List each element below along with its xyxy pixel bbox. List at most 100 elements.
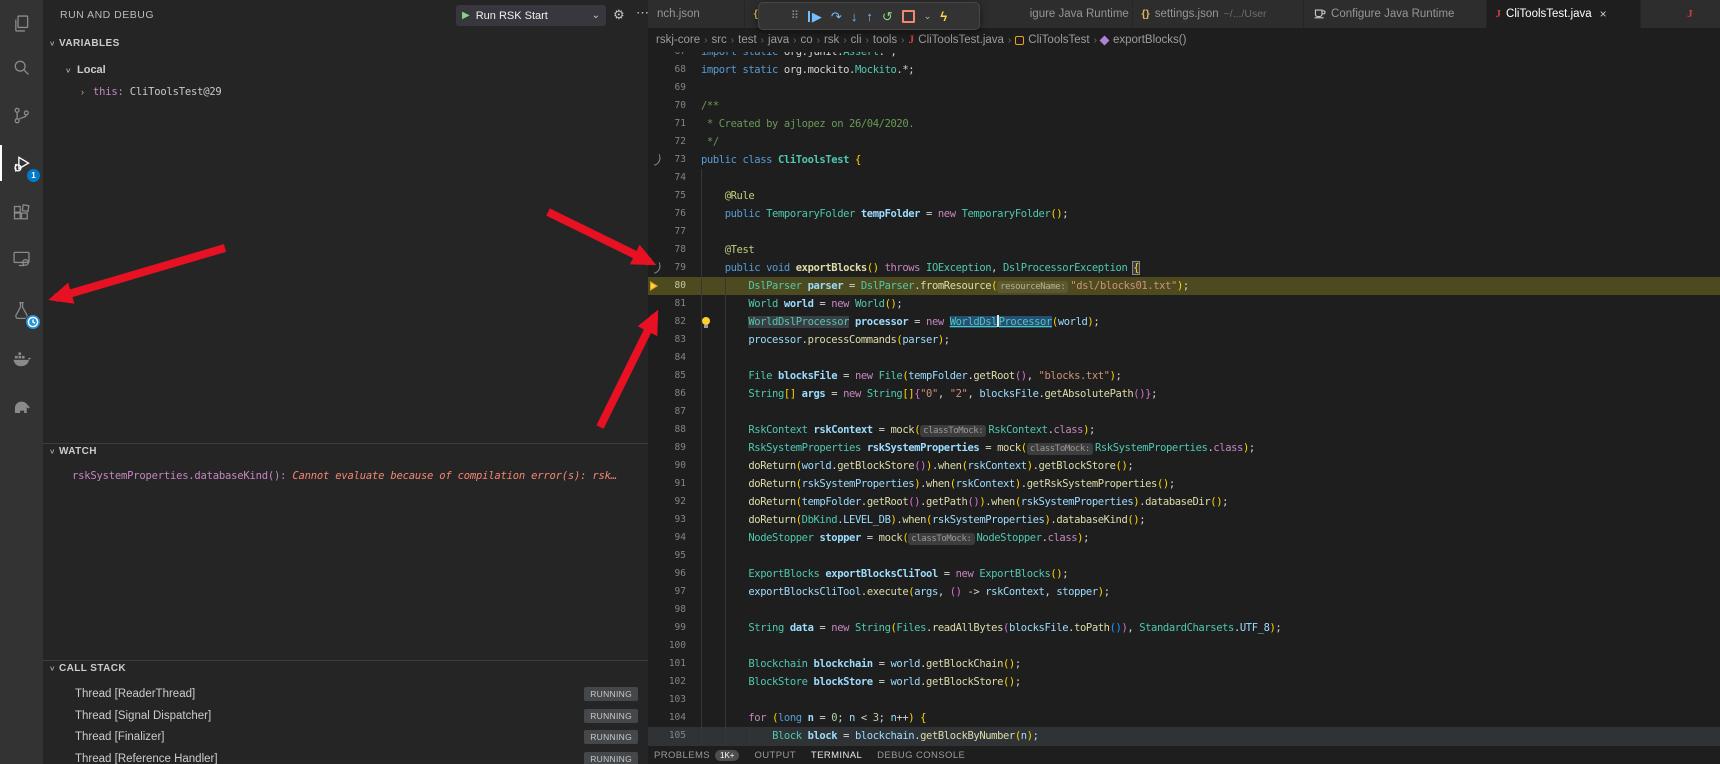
line-number[interactable]: 97 (648, 583, 686, 601)
panel-tab-terminal[interactable]: TERMINAL (811, 750, 862, 761)
activity-bar-item-search[interactable] (0, 49, 43, 85)
code-line-78[interactable]: 78 @Test (648, 241, 1720, 259)
code-line-83[interactable]: 83 processor.processCommands(parser); (648, 331, 1720, 349)
breadcrumb-item[interactable]: test (738, 34, 757, 46)
activity-bar-item-docker[interactable] (0, 340, 43, 376)
code-line-70[interactable]: 70/** (648, 97, 1720, 115)
code-line-75[interactable]: 75 @Rule (648, 187, 1720, 205)
watch-section-header[interactable]: ∨ WATCH (43, 446, 648, 464)
breadcrumb-item[interactable]: JCliToolsTest.java (909, 34, 1004, 46)
editor-tab-nch.json[interactable]: nch.json (648, 0, 744, 28)
code-line-104[interactable]: 104 for (long n = 0; n < 3; n++) { (648, 709, 1720, 727)
code-line-85[interactable]: 85 File blocksFile = new File(tempFolder… (648, 367, 1720, 385)
code-line-91[interactable]: 91 doReturn(rskSystemProperties).when(rs… (648, 475, 1720, 493)
code-line-72[interactable]: 72 */ (648, 133, 1720, 151)
stop-icon[interactable] (902, 10, 915, 23)
code-line-82[interactable]: 82 WorldDslProcessor processor = new Wor… (648, 313, 1720, 331)
line-number[interactable]: 70 (648, 97, 686, 115)
breadcrumb-item[interactable]: src (711, 34, 726, 46)
line-number[interactable]: 96 (648, 565, 686, 583)
activity-bar-item-remote-explorer[interactable] (0, 240, 43, 276)
continue-icon[interactable]: ▶ (808, 10, 822, 23)
line-number[interactable]: 72 (648, 133, 686, 151)
code-line-97[interactable]: 97 exportBlocksCliTool.execute(args, () … (648, 583, 1720, 601)
run-configuration-dropdown[interactable]: ▶ Run RSK Start ⌄ (456, 5, 606, 26)
code-line-100[interactable]: 100 (648, 637, 1720, 655)
code-line-81[interactable]: 81 World world = new World(); (648, 295, 1720, 313)
code-line-68[interactable]: 68import static org.mockito.Mockito.*; (648, 61, 1720, 79)
line-number[interactable]: 95 (648, 547, 686, 565)
panel-tab-output[interactable]: OUTPUT (754, 750, 795, 761)
breadcrumb-item[interactable]: java (768, 34, 789, 46)
line-number[interactable]: 90 (648, 457, 686, 475)
code-line-73[interactable]: 73public class CliToolsTest { (648, 151, 1720, 169)
breadcrumb-item[interactable]: rsk (824, 34, 839, 46)
line-number[interactable]: 91 (648, 475, 686, 493)
code-line-94[interactable]: 94 NodeStopper stopper = mock(classToMoc… (648, 529, 1720, 547)
line-number[interactable]: 77 (648, 223, 686, 241)
breadcrumb-item[interactable]: exportBlocks() (1101, 34, 1187, 46)
line-number[interactable]: 98 (648, 601, 686, 619)
code-line-90[interactable]: 90 doReturn(world.getBlockStore()).when(… (648, 457, 1720, 475)
close-icon[interactable]: × (1600, 7, 1607, 21)
watch-expression-row[interactable]: rskSystemProperties.databaseKind(): Cann… (43, 467, 648, 485)
line-number[interactable]: 92 (648, 493, 686, 511)
drag-handle-icon[interactable]: ⠿ (791, 11, 799, 22)
code-line-79[interactable]: 79 public void exportBlocks() throws IOE… (648, 259, 1720, 277)
line-number[interactable]: 71 (648, 115, 686, 133)
call-stack-thread-row[interactable]: Thread [Finalizer]RUNNING (43, 728, 648, 746)
line-number[interactable]: 82 (648, 313, 686, 331)
code-line-101[interactable]: 101 Blockchain blockchain = world.getBlo… (648, 655, 1720, 673)
line-number[interactable]: 84 (648, 349, 686, 367)
code-line-98[interactable]: 98 (648, 601, 1720, 619)
editor-tab-partial[interactable]: J (1641, 0, 1720, 28)
code-line-84[interactable]: 84 (648, 349, 1720, 367)
line-number[interactable]: 104 (648, 709, 686, 727)
call-stack-thread-row[interactable]: Thread [Signal Dispatcher]RUNNING (43, 707, 648, 725)
line-number[interactable]: 85 (648, 367, 686, 385)
code-line-74[interactable]: 74 (648, 169, 1720, 187)
step-over-icon[interactable]: ↷ (831, 10, 842, 23)
variable-this-row[interactable]: › this: CliToolsTest@29 (43, 83, 648, 101)
code-line-102[interactable]: 102 BlockStore blockStore = world.getBlo… (648, 673, 1720, 691)
code-line-71[interactable]: 71 * Created by ajlopez on 26/04/2020. (648, 115, 1720, 133)
line-number[interactable]: 105 (648, 727, 686, 745)
stop-dropdown-chevron-icon[interactable]: ⌄ (924, 12, 932, 21)
activity-bar-item-source-control[interactable] (0, 97, 43, 133)
code-line-76[interactable]: 76 public TemporaryFolder tempFolder = n… (648, 205, 1720, 223)
line-number[interactable]: 89 (648, 439, 686, 457)
code-line-87[interactable]: 87 (648, 403, 1720, 421)
line-number[interactable]: 103 (648, 691, 686, 709)
hot-code-replace-icon[interactable]: ϟ (940, 10, 947, 23)
variables-scope-local[interactable]: ∨ Local (43, 61, 648, 79)
code-line-77[interactable]: 77 (648, 223, 1720, 241)
call-stack-thread-row[interactable]: Thread [Reference Handler]RUNNING (43, 750, 648, 764)
code-line-86[interactable]: 86 String[] args = new String[]{"0", "2"… (648, 385, 1720, 403)
breadcrumb-item[interactable]: tools (873, 34, 897, 46)
call-stack-section-header[interactable]: ∨ CALL STACK (43, 663, 648, 681)
code-line-93[interactable]: 93 doReturn(DbKind.LEVEL_DB).when(rskSys… (648, 511, 1720, 529)
code-line-103[interactable]: 103 (648, 691, 1720, 709)
code-line-96[interactable]: 96 ExportBlocks exportBlocksCliTool = ne… (648, 565, 1720, 583)
activity-bar-item-explorer[interactable] (0, 5, 43, 41)
line-number[interactable]: 74 (648, 169, 686, 187)
editor-tab-CliToolsTest.java[interactable]: JCliToolsTest.java× (1487, 0, 1641, 28)
line-number[interactable]: 78 (648, 241, 686, 259)
code-line-95[interactable]: 95 (648, 547, 1720, 565)
editor-tab-settings.json[interactable]: {}settings.json~/.../User (1133, 0, 1304, 28)
code-line-88[interactable]: 88 RskContext rskContext = mock(classToM… (648, 421, 1720, 439)
line-number[interactable]: 93 (648, 511, 686, 529)
line-number[interactable]: 101 (648, 655, 686, 673)
line-number[interactable]: 69 (648, 79, 686, 97)
restart-icon[interactable]: ↺ (882, 10, 893, 23)
breadcrumb-item[interactable]: CliToolsTest (1015, 34, 1089, 46)
code-line-89[interactable]: 89 RskSystemProperties rskSystemProperti… (648, 439, 1720, 457)
line-number[interactable]: 75 (648, 187, 686, 205)
line-number[interactable]: 94 (648, 529, 686, 547)
line-number[interactable]: 68 (648, 61, 686, 79)
line-number[interactable]: 100 (648, 637, 686, 655)
step-out-icon[interactable]: ↑ (866, 10, 873, 23)
panel-tab-problems[interactable]: PROBLEMS1K+ (654, 750, 739, 761)
line-number[interactable]: 83 (648, 331, 686, 349)
variables-section-header[interactable]: ∨ VARIABLES (43, 38, 648, 56)
